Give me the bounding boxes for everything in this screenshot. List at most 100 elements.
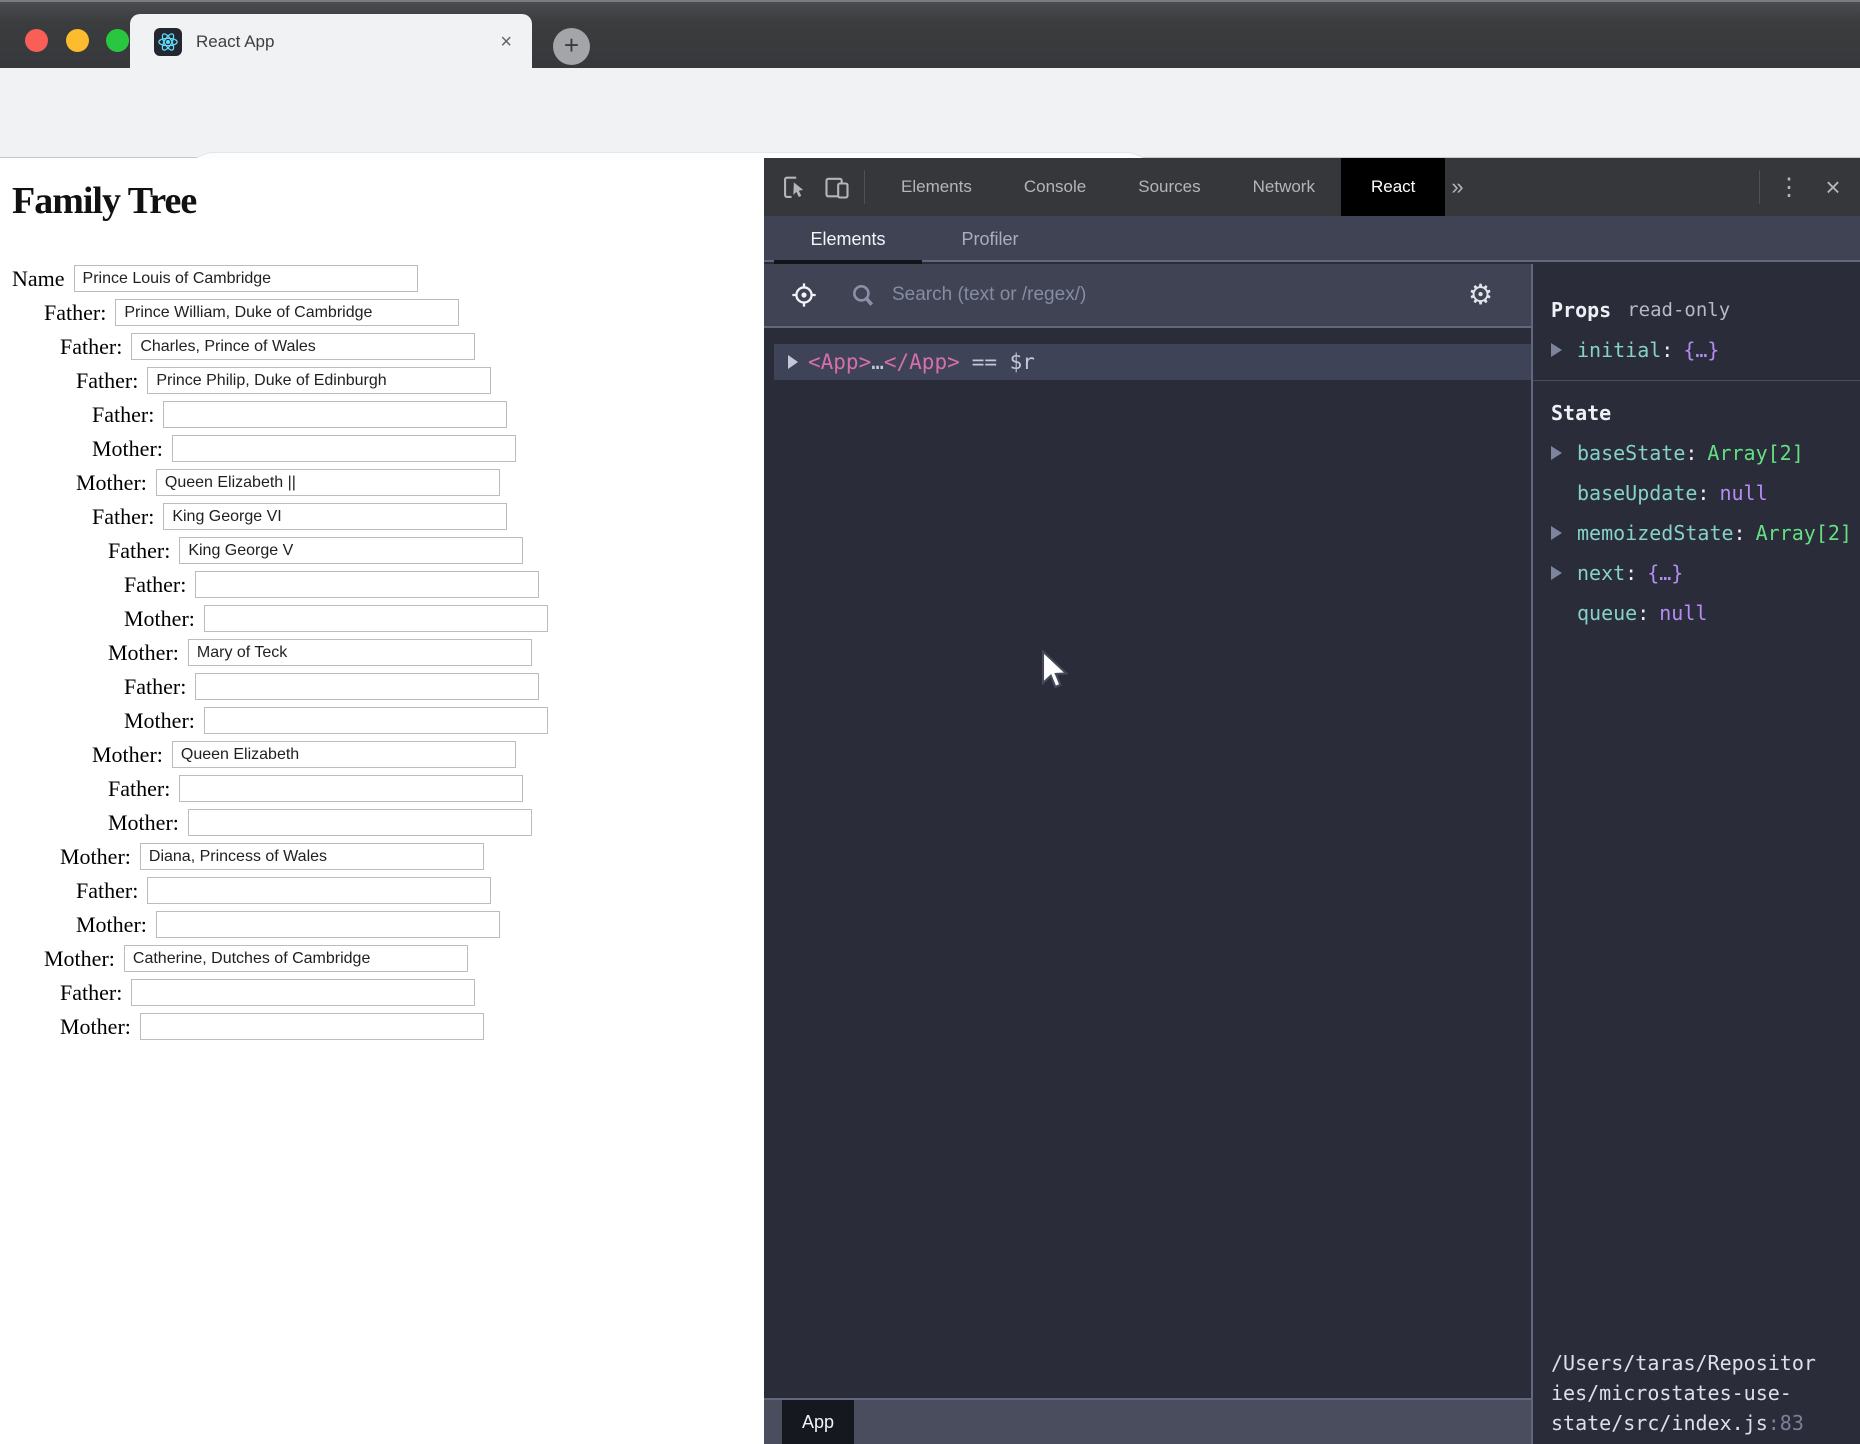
detail-value: {…} bbox=[1683, 338, 1719, 362]
component-search-bar: ⚙ bbox=[764, 264, 1531, 328]
mother-label: Mother: bbox=[108, 810, 179, 836]
detail-row-next[interactable]: next:{…} bbox=[1551, 553, 1860, 593]
father-input[interactable] bbox=[131, 979, 475, 1006]
device-toolbar-icon[interactable] bbox=[820, 173, 854, 201]
detail-value: Array[2] bbox=[1756, 521, 1852, 545]
page-title: Family Tree bbox=[12, 179, 764, 223]
source-file-path[interactable]: /Users/taras/Repositories/microstates-us… bbox=[1551, 1348, 1860, 1438]
tab-close-icon[interactable]: × bbox=[500, 31, 512, 54]
mother-input[interactable] bbox=[204, 707, 548, 734]
father-input[interactable] bbox=[179, 775, 523, 802]
father-label: Father: bbox=[76, 878, 138, 904]
devtools-tab-elements[interactable]: Elements bbox=[875, 158, 998, 216]
father-input[interactable] bbox=[163, 401, 507, 428]
form-row: Mother: bbox=[76, 469, 764, 496]
mother-label: Mother: bbox=[92, 436, 163, 462]
source-path-line: ies/microstates-use- bbox=[1551, 1378, 1860, 1408]
form-row: Mother: bbox=[108, 639, 764, 666]
search-icon bbox=[850, 282, 876, 308]
detail-row-initial[interactable]: initial:{…} bbox=[1551, 330, 1860, 370]
father-input[interactable] bbox=[115, 299, 459, 326]
colon: : bbox=[1637, 601, 1649, 625]
form-row: Mother: bbox=[108, 809, 764, 836]
detail-row-queue: queue:null bbox=[1551, 593, 1860, 633]
form-row: Mother: bbox=[60, 1013, 764, 1040]
detail-row-memoizedState[interactable]: memoizedState:Array[2] bbox=[1551, 513, 1860, 553]
more-tabs-icon[interactable]: » bbox=[1451, 174, 1463, 200]
mother-input[interactable] bbox=[156, 469, 500, 496]
devtools-tab-network[interactable]: Network bbox=[1227, 158, 1341, 216]
devtools-tab-sources[interactable]: Sources bbox=[1112, 158, 1226, 216]
father-input[interactable] bbox=[131, 333, 475, 360]
mother-input[interactable] bbox=[172, 435, 516, 462]
expand-triangle-icon[interactable] bbox=[788, 355, 798, 369]
search-input[interactable] bbox=[890, 283, 1370, 307]
father-input[interactable] bbox=[195, 673, 539, 700]
colon: : bbox=[1661, 338, 1673, 362]
mother-input[interactable] bbox=[172, 741, 516, 768]
browser-toolbar: ← → i localhost:3000 ☆ ⚙ bbox=[0, 68, 1860, 158]
tab-elements[interactable]: Elements bbox=[774, 216, 922, 262]
father-label: Father: bbox=[44, 300, 106, 326]
mother-input[interactable] bbox=[156, 911, 500, 938]
gear-icon[interactable]: ⚙ bbox=[1468, 278, 1493, 312]
window-zoom-button[interactable] bbox=[106, 29, 129, 52]
form-row: Name bbox=[12, 265, 764, 292]
form-row: Mother: bbox=[92, 741, 764, 768]
mother-input[interactable] bbox=[188, 639, 532, 666]
form-row: Father: bbox=[124, 673, 764, 700]
component-close-tag: </App> bbox=[884, 350, 960, 374]
form-row: Father: bbox=[124, 571, 764, 598]
name-input[interactable] bbox=[74, 265, 418, 292]
mother-input[interactable] bbox=[140, 843, 484, 870]
window-minimize-button[interactable] bbox=[66, 29, 89, 52]
father-label: Father: bbox=[124, 674, 186, 700]
detail-key: queue bbox=[1577, 601, 1637, 625]
props-section-header: Props read-only bbox=[1551, 290, 1860, 330]
detail-row-baseState[interactable]: baseState:Array[2] bbox=[1551, 433, 1860, 473]
breadcrumb-app[interactable]: App bbox=[782, 1400, 854, 1444]
father-input[interactable] bbox=[179, 537, 523, 564]
devtools-close-icon[interactable]: × bbox=[1818, 172, 1848, 203]
mother-label: Mother: bbox=[60, 1014, 131, 1040]
new-tab-button[interactable]: + bbox=[553, 28, 590, 65]
browser-tab[interactable]: React App × bbox=[130, 14, 532, 70]
state-section-header: State bbox=[1551, 393, 1860, 433]
source-line-number: :83 bbox=[1768, 1411, 1804, 1435]
mother-input[interactable] bbox=[124, 945, 468, 972]
devtools-menu-icon[interactable]: ⋮ bbox=[1774, 173, 1804, 202]
father-input[interactable] bbox=[195, 571, 539, 598]
component-ellipsis: … bbox=[871, 350, 884, 374]
detail-key: next bbox=[1577, 561, 1625, 585]
mother-input[interactable] bbox=[204, 605, 548, 632]
tab-profiler[interactable]: Profiler bbox=[934, 216, 1046, 262]
tree-row-app[interactable]: <App>…</App> == $r bbox=[774, 344, 1531, 380]
mother-input[interactable] bbox=[188, 809, 532, 836]
form-row: Father: bbox=[60, 979, 764, 1006]
form-row: Father: bbox=[92, 401, 764, 428]
toolbar-divider bbox=[864, 170, 865, 204]
father-input[interactable] bbox=[163, 503, 507, 530]
devtools-tab-console[interactable]: Console bbox=[998, 158, 1112, 216]
expand-triangle-icon[interactable] bbox=[1551, 446, 1562, 460]
tree-breadcrumb-bar: App bbox=[764, 1398, 1531, 1444]
detail-value: Array[2] bbox=[1707, 441, 1803, 465]
expand-triangle-icon[interactable] bbox=[1551, 526, 1562, 540]
expand-triangle-icon[interactable] bbox=[1551, 566, 1562, 580]
devtools-tab-react[interactable]: React bbox=[1341, 158, 1445, 216]
colon: : bbox=[1697, 481, 1709, 505]
expand-triangle-icon[interactable] bbox=[1551, 343, 1562, 357]
devtools-toolbar: ElementsConsoleSourcesNetworkReact » ⋮ × bbox=[764, 158, 1860, 216]
window-close-button[interactable] bbox=[25, 29, 48, 52]
father-input[interactable] bbox=[147, 877, 491, 904]
inspect-element-icon[interactable] bbox=[778, 173, 812, 201]
father-input[interactable] bbox=[147, 367, 491, 394]
form-row: Father: bbox=[108, 537, 764, 564]
component-open-tag: <App> bbox=[808, 350, 871, 374]
father-label: Father: bbox=[76, 368, 138, 394]
devtools-tabs: ElementsConsoleSourcesNetworkReact bbox=[875, 158, 1445, 216]
mother-input[interactable] bbox=[140, 1013, 484, 1040]
source-path-line: state/src/index.js:83 bbox=[1551, 1408, 1860, 1438]
form-row: Mother: bbox=[124, 707, 764, 734]
select-component-icon[interactable] bbox=[790, 281, 818, 309]
